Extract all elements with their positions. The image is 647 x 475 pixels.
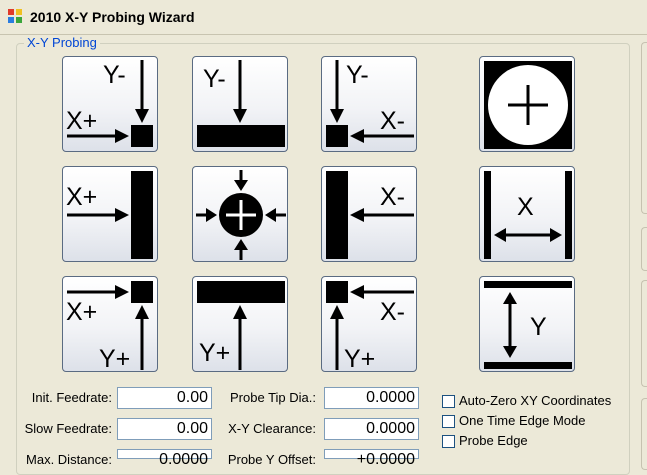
probe-corner-x-minus-y-plus-button[interactable]: X- Y+ <box>321 276 417 373</box>
auto-zero-xy-label: Auto-Zero XY Coordinates <box>459 393 612 408</box>
probe-edge-checkbox-box[interactable] <box>442 435 455 448</box>
probe-corner-x-plus-y-minus-button[interactable]: Y- X+ <box>62 56 158 152</box>
edge-right-icon: X+ <box>66 171 153 259</box>
side-panel-middle <box>641 227 647 271</box>
edge-left-icon: X- <box>326 171 414 259</box>
slow-feedrate-field[interactable]: 0.00 <box>117 418 212 440</box>
x-minus-glyph: X- <box>380 107 405 135</box>
side-panel-lower <box>641 280 647 387</box>
init-feedrate-field[interactable]: 0.00 <box>117 387 212 409</box>
probe-edge-x-plus-button[interactable]: X+ <box>62 166 158 262</box>
x-plus-glyph: X+ <box>66 183 97 211</box>
app-icon <box>8 9 22 23</box>
xy-clearance-label: X-Y Clearance: <box>228 421 316 436</box>
corner-bottom-left-icon: X- Y+ <box>326 281 414 373</box>
probe-edge-label: Probe Edge <box>459 433 528 448</box>
probe-corner-x-minus-y-minus-button[interactable]: Y- X- <box>321 56 417 152</box>
y-minus-glyph: Y- <box>203 65 226 93</box>
probe-edge-y-plus-button[interactable]: Y+ <box>192 276 288 372</box>
y-plus-glyph: Y+ <box>99 345 130 373</box>
one-time-edge-mode-checkbox-box[interactable] <box>442 415 455 428</box>
probe-tip-dia-field[interactable]: 0.0000 <box>324 387 419 409</box>
probe-y-offset-label: Probe Y Offset: <box>227 452 316 467</box>
side-panel-top <box>641 42 647 214</box>
group-label: X-Y Probing <box>24 35 100 50</box>
probe-boss-center-button[interactable] <box>192 166 288 262</box>
web-y-icon: Y <box>484 281 572 369</box>
corner-top-left-icon: Y- X- <box>326 60 414 147</box>
xy-clearance-field[interactable]: 0.0000 <box>324 418 419 440</box>
probe-tip-dia-label: Probe Tip Dia.: <box>230 390 316 405</box>
corner-bottom-right-icon: X+ Y+ <box>66 281 153 373</box>
window-title: 2010 X-Y Probing Wizard <box>30 9 195 25</box>
y-glyph: Y <box>530 313 547 341</box>
y-minus-glyph: Y- <box>346 61 369 89</box>
web-x-icon: X <box>484 171 572 259</box>
max-distance-field[interactable]: 0.0000 <box>117 449 212 468</box>
probe-edge-x-minus-button[interactable]: X- <box>321 166 417 262</box>
x-minus-glyph: X- <box>380 183 405 211</box>
y-plus-glyph: Y+ <box>199 339 230 367</box>
probe-corner-x-plus-y-plus-button[interactable]: X+ Y+ <box>62 276 158 373</box>
slow-feedrate-label: Slow Feedrate: <box>24 421 112 436</box>
y-minus-glyph: Y- <box>103 61 126 89</box>
x-plus-glyph: X+ <box>66 298 97 326</box>
x-plus-glyph: X+ <box>66 107 97 135</box>
probe-web-y-button[interactable]: Y <box>479 276 575 372</box>
probe-bore-center-button[interactable] <box>479 56 575 152</box>
auto-zero-xy-checkbox-box[interactable] <box>442 395 455 408</box>
x-glyph: X <box>517 193 534 221</box>
title-bar: 2010 X-Y Probing Wizard <box>0 0 647 35</box>
edge-top-icon: Y+ <box>197 281 285 370</box>
max-distance-label: Max. Distance: <box>26 452 112 467</box>
y-plus-glyph: Y+ <box>344 345 375 373</box>
side-panel-bottom <box>641 398 647 470</box>
corner-top-right-icon: Y- X+ <box>66 60 153 147</box>
one-time-edge-mode-label: One Time Edge Mode <box>459 413 586 428</box>
x-minus-glyph: X- <box>380 298 405 326</box>
boss-center-icon <box>196 170 286 260</box>
probe-y-offset-field[interactable]: +0.0000 <box>324 449 419 468</box>
edge-bottom-icon: Y- <box>197 60 285 147</box>
bore-center-icon <box>484 61 572 149</box>
probe-web-x-button[interactable]: X <box>479 166 575 262</box>
init-feedrate-label: Init. Feedrate: <box>31 390 112 405</box>
probe-edge-y-minus-button[interactable]: Y- <box>192 56 288 152</box>
